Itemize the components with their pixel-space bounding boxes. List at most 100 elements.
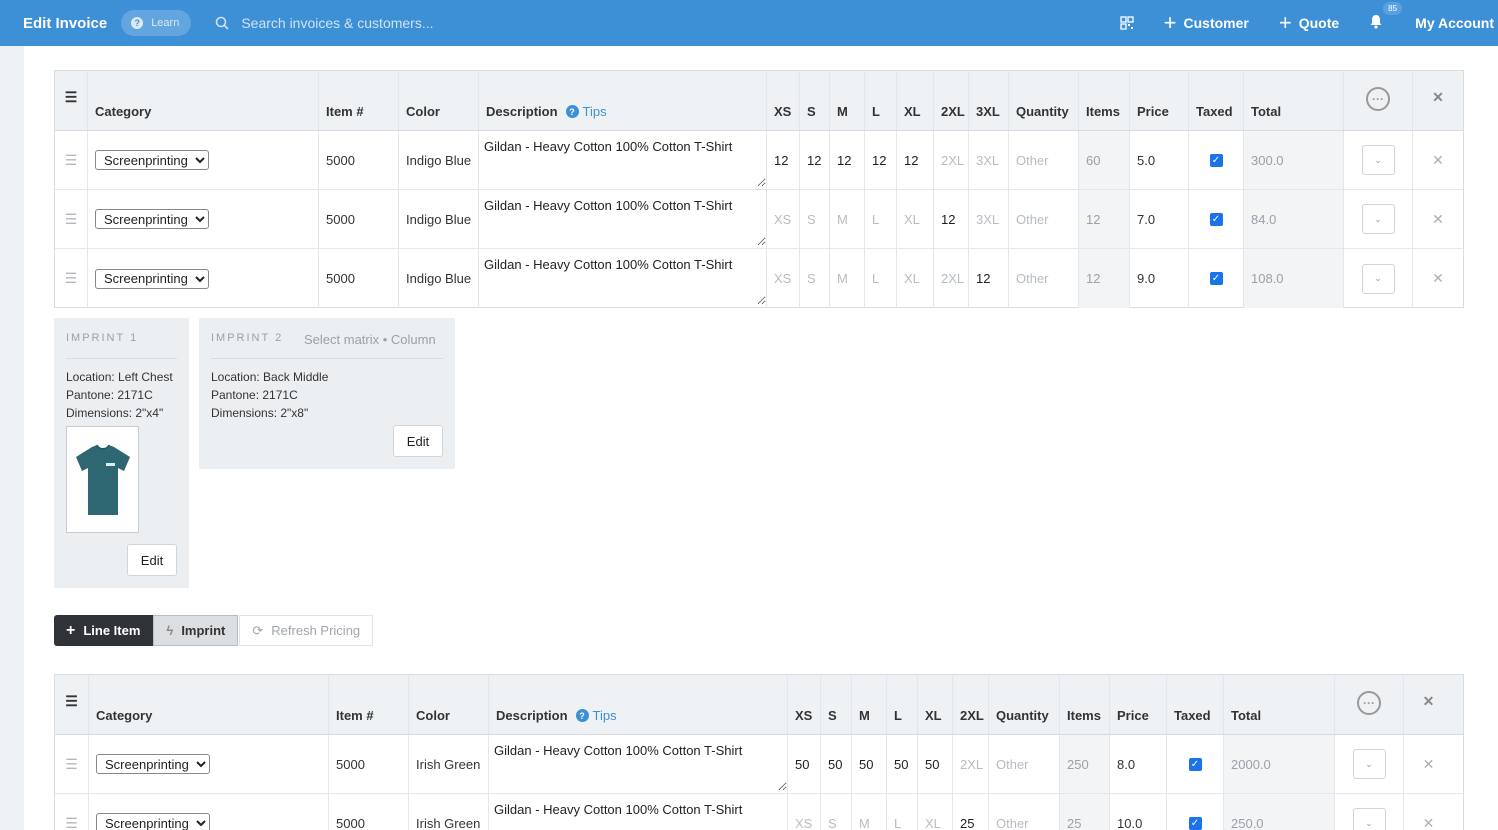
size-qty-input[interactable]: 50 <box>887 735 918 793</box>
category-select[interactable]: Screenprinting <box>95 209 209 229</box>
quantity-input[interactable]: Other <box>1009 249 1079 308</box>
delete-row-icon[interactable]: ✕ <box>1413 131 1463 189</box>
description-textarea[interactable]: Gildan - Heavy Cotton 100% Cotton T-Shir… <box>489 794 787 830</box>
price-input[interactable]: 7.0 <box>1130 190 1189 248</box>
quantity-input[interactable]: Other <box>1009 131 1079 189</box>
add-imprint-button[interactable]: ϟ Imprint <box>153 615 239 646</box>
row-dropdown-button[interactable]: ⌄ <box>1361 145 1395 175</box>
quantity-input[interactable]: Other <box>1009 190 1079 248</box>
price-input[interactable]: 5.0 <box>1130 131 1189 189</box>
delete-group-icon[interactable]: ✕ <box>1404 675 1453 734</box>
drag-handle-icon[interactable]: ☰ <box>55 675 89 734</box>
learn-button[interactable]: ? Learn <box>121 10 192 36</box>
row-dropdown-button[interactable]: ⌄ <box>1352 749 1386 779</box>
description-textarea[interactable]: Gildan - Heavy Cotton 100% Cotton T-Shir… <box>489 735 787 791</box>
drag-handle-icon[interactable]: ☰ <box>55 735 89 793</box>
size-qty-input[interactable]: M <box>830 190 865 248</box>
new-customer-button[interactable]: + Customer <box>1164 12 1249 34</box>
price-input[interactable]: 9.0 <box>1130 249 1189 308</box>
category-select[interactable]: Screenprinting <box>95 268 209 289</box>
size-qty-input[interactable]: 12 <box>897 131 934 189</box>
size-qty-input[interactable]: L <box>865 190 897 248</box>
my-account-menu[interactable]: My Account <box>1415 15 1494 31</box>
size-qty-input[interactable]: XL <box>897 249 934 308</box>
delete-row-icon[interactable]: ✕ <box>1413 190 1463 248</box>
category-select[interactable]: Screenprinting <box>96 754 210 774</box>
drag-handle-icon[interactable]: ☰ <box>55 249 88 308</box>
item-number-cell[interactable]: 5000 <box>319 190 399 248</box>
size-qty-input[interactable]: XS <box>788 794 821 830</box>
size-qty-input[interactable]: 2XL <box>934 131 969 189</box>
drag-handle-icon[interactable]: ☰ <box>55 794 89 830</box>
size-qty-input[interactable]: 12 <box>830 131 865 189</box>
size-qty-input[interactable]: 12 <box>969 249 1009 308</box>
size-qty-input[interactable]: S <box>800 249 830 308</box>
color-cell[interactable]: Indigo Blue <box>399 131 479 189</box>
row-dropdown-button[interactable]: ⌄ <box>1352 808 1386 830</box>
taxed-checkbox[interactable]: ✓ <box>1209 153 1223 167</box>
size-qty-input[interactable]: 12 <box>865 131 897 189</box>
item-number-cell[interactable]: 5000 <box>319 249 399 308</box>
imprint-mockup-image[interactable] <box>66 426 139 533</box>
item-number-cell[interactable]: 5000 <box>329 735 409 793</box>
notifications-button[interactable]: 85 <box>1369 2 1403 32</box>
category-select[interactable]: Screenprinting <box>96 813 210 830</box>
color-cell[interactable]: Indigo Blue <box>399 190 479 248</box>
group-options-button[interactable]: ··· <box>1335 675 1404 734</box>
tips-link[interactable]: ? Tips <box>575 708 617 723</box>
color-cell[interactable]: Irish Green <box>409 735 489 793</box>
size-qty-input[interactable]: 12 <box>767 131 800 189</box>
size-qty-input[interactable]: M <box>852 794 887 830</box>
price-input[interactable]: 10.0 <box>1110 794 1167 830</box>
qr-code-icon[interactable] <box>1119 16 1134 30</box>
color-cell[interactable]: Indigo Blue <box>399 249 479 308</box>
item-number-cell[interactable]: 5000 <box>329 794 409 830</box>
delete-row-icon[interactable]: ✕ <box>1404 735 1453 793</box>
imprint-matrix-select[interactable]: Select matrix • Column <box>304 332 436 347</box>
delete-row-icon[interactable]: ✕ <box>1413 249 1463 308</box>
size-qty-input[interactable]: XL <box>897 190 934 248</box>
size-qty-input[interactable]: 3XL <box>969 131 1009 189</box>
edit-imprint-button[interactable]: Edit <box>127 544 177 576</box>
size-qty-input[interactable]: M <box>830 249 865 308</box>
color-cell[interactable]: Irish Green <box>409 794 489 830</box>
taxed-checkbox[interactable]: ✓ <box>1209 272 1223 285</box>
price-input[interactable]: 8.0 <box>1110 735 1167 793</box>
size-qty-input[interactable]: L <box>865 249 897 308</box>
taxed-checkbox[interactable]: ✓ <box>1188 757 1202 771</box>
refresh-pricing-button[interactable]: ⟳ Refresh Pricing <box>239 615 374 646</box>
size-qty-input[interactable]: 50 <box>852 735 887 793</box>
description-textarea[interactable]: Gildan - Heavy Cotton 100% Cotton T-Shir… <box>479 131 766 187</box>
search-input[interactable] <box>241 15 742 31</box>
description-textarea[interactable]: Gildan - Heavy Cotton 100% Cotton T-Shir… <box>479 190 766 246</box>
size-qty-input[interactable]: S <box>821 794 852 830</box>
new-quote-button[interactable]: + Quote <box>1279 12 1339 34</box>
size-qty-input[interactable]: 25 <box>953 794 989 830</box>
size-qty-input[interactable]: 50 <box>821 735 852 793</box>
edit-imprint-button[interactable]: Edit <box>393 425 443 457</box>
taxed-checkbox[interactable]: ✓ <box>1209 212 1223 226</box>
size-qty-input[interactable]: 50 <box>788 735 821 793</box>
row-dropdown-button[interactable]: ⌄ <box>1361 263 1395 294</box>
taxed-checkbox[interactable]: ✓ <box>1188 816 1202 830</box>
delete-group-icon[interactable]: ✕ <box>1413 71 1463 130</box>
quantity-input[interactable]: Other <box>989 735 1060 793</box>
size-qty-input[interactable]: L <box>887 794 918 830</box>
size-qty-input[interactable]: S <box>800 190 830 248</box>
size-qty-input[interactable]: 3XL <box>969 190 1009 248</box>
tips-link[interactable]: ? Tips <box>565 104 607 119</box>
size-qty-input[interactable]: 12 <box>800 131 830 189</box>
add-line-item-button[interactable]: + Line Item <box>54 615 154 646</box>
group-options-button[interactable]: ··· <box>1344 71 1413 130</box>
category-select[interactable]: Screenprinting <box>95 150 209 170</box>
description-textarea[interactable]: Gildan - Heavy Cotton 100% Cotton T-Shir… <box>479 249 766 305</box>
size-qty-input[interactable]: XS <box>767 249 800 308</box>
item-number-cell[interactable]: 5000 <box>319 131 399 189</box>
size-qty-input[interactable]: 12 <box>934 190 969 248</box>
size-qty-input[interactable]: XS <box>767 190 800 248</box>
delete-row-icon[interactable]: ✕ <box>1404 794 1453 830</box>
drag-handle-icon[interactable]: ☰ <box>55 71 88 130</box>
drag-handle-icon[interactable]: ☰ <box>55 190 88 248</box>
drag-handle-icon[interactable]: ☰ <box>55 131 88 189</box>
size-qty-input[interactable]: 2XL <box>953 735 989 793</box>
